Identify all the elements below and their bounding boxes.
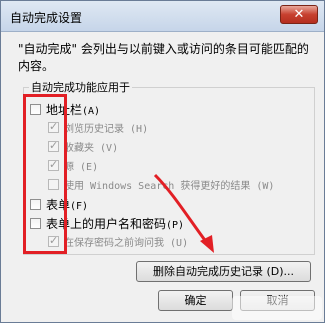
label-text: 浏览历史记录 [64,124,124,135]
group-title: 自动完成功能应用于 [29,79,132,95]
label-history: 浏览历史记录 (H) [64,120,148,135]
delete-history-button[interactable]: 删除自动完成历史记录 (D)... [136,261,311,282]
accel-text: (H) [130,124,149,135]
accel-text: (A) [82,106,101,117]
accel-text: (W) [256,181,275,192]
red-highlight-box [23,94,67,254]
ok-button[interactable]: 确定 [158,290,233,311]
red-arrow-icon [153,173,214,253]
label-feeds: 源 (E) [64,158,98,173]
accel-text: (E) [80,162,99,173]
autocomplete-settings-dialog: 自动完成设置 ✕ "自动完成" 会列出与以前键入或访问的条目可能匹配的内容。 自… [0,0,325,323]
close-icon: ✕ [293,7,305,22]
label-text: 收藏夹 [64,143,94,154]
close-button[interactable]: ✕ [280,5,318,24]
accel-text: (F) [70,201,89,212]
title-bar: 自动完成设置 ✕ [1,1,324,32]
dialog-title: 自动完成设置 [10,11,83,25]
watermark [232,296,322,320]
label-favorites: 收藏夹 (V) [64,139,118,154]
accel-text: (V) [100,143,119,154]
label-text: 在保存密码之前询问我 [64,238,164,249]
description-text: "自动完成" 会列出与以前键入或访问的条目可能匹配的内容。 [18,42,309,73]
